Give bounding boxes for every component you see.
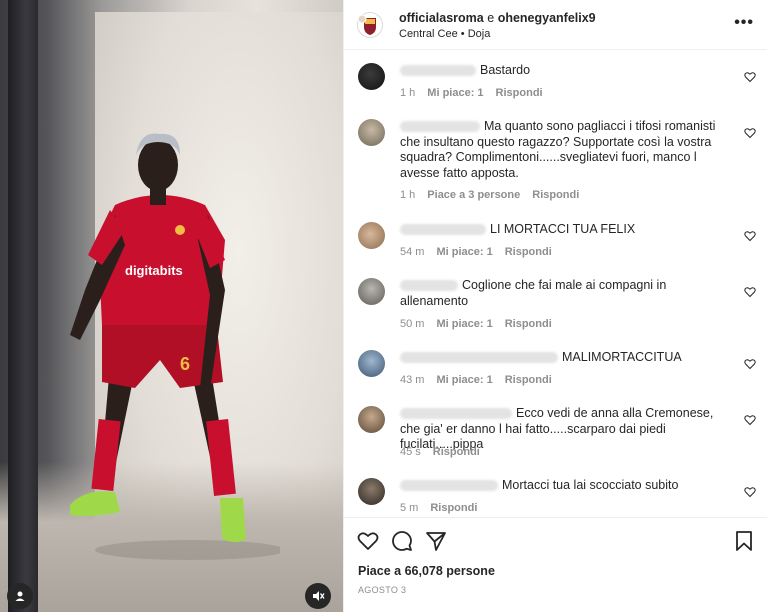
- comment-text: MALIMORTACCITUA: [562, 350, 682, 364]
- song-separator: •: [460, 28, 465, 40]
- comment-time[interactable]: 1 h: [400, 189, 415, 201]
- heart-icon[interactable]: [744, 230, 756, 242]
- comment-likes[interactable]: Piace a 3 persone: [427, 189, 520, 201]
- song-title: Doja: [467, 28, 491, 40]
- player-figure: 6 digitabits: [70, 133, 280, 560]
- commenter-avatar[interactable]: [358, 119, 385, 146]
- post-media[interactable]: 6 digitabits: [0, 0, 343, 612]
- commenter-avatar[interactable]: [358, 478, 385, 505]
- comment-time[interactable]: 1 h: [400, 87, 415, 99]
- paper-plane-icon[interactable]: [425, 530, 447, 552]
- comment-item: LI MORTACCI TUA FELIX 54 m Mi piace: 1 Ris…: [344, 210, 767, 266]
- comment-meta: 5 m Rispondi: [400, 502, 489, 514]
- post-authors: officialasroma e ohenegyanfelix9: [399, 11, 596, 25]
- reply-button[interactable]: Rispondi: [505, 374, 552, 386]
- comment-meta: 1 h Mi piace: 1 Rispondi: [400, 87, 555, 99]
- comments-list[interactable]: Bastardo 1 h Mi piace: 1 Rispondi Ma quant…: [344, 51, 767, 516]
- light-stand: [8, 0, 38, 612]
- comment-time[interactable]: 45 s: [400, 446, 421, 458]
- likes-count[interactable]: Piace a 66,078 persone: [358, 564, 495, 578]
- svg-text:digitabits: digitabits: [125, 263, 183, 278]
- heart-icon[interactable]: [744, 414, 756, 426]
- commenter-avatar[interactable]: [358, 278, 385, 305]
- comment-text: Bastardo: [480, 63, 531, 77]
- commenter-avatar[interactable]: [358, 63, 385, 90]
- user-icon: [15, 591, 25, 601]
- bookmark-icon[interactable]: [733, 530, 755, 552]
- comment-item: Ecco vedi de anna alla Cremonese, che gi…: [344, 394, 767, 466]
- comment-meta: 50 m Mi piace: 1 Rispondi: [400, 318, 564, 330]
- reply-button[interactable]: Rispondi: [505, 318, 552, 330]
- comment-meta: 54 m Mi piace: 1 Rispondi: [400, 246, 564, 258]
- comment-time[interactable]: 54 m: [400, 246, 424, 258]
- comment-body: Bastardo: [400, 63, 733, 79]
- heart-icon[interactable]: [744, 358, 756, 370]
- comment-item: MALIMORTACCITUA 43 m Mi piace: 1 Rispondi: [344, 338, 767, 394]
- comment-meta: 1 h Piace a 3 persone Rispondi: [400, 189, 591, 201]
- commenter-avatar[interactable]: [358, 222, 385, 249]
- post-header: officialasroma e ohenegyanfelix9 Central…: [344, 0, 767, 50]
- comment-body: Coglione che fai male ai compagni in all…: [400, 278, 733, 309]
- comment-time[interactable]: 5 m: [400, 502, 418, 514]
- post-date[interactable]: AGOSTO 3: [358, 585, 406, 595]
- comment-item: Coglione che fai male ai compagni in all…: [344, 266, 767, 338]
- blurred-username[interactable]: [400, 280, 458, 292]
- comment-text: LI MORTACCI TUA FELIX: [490, 222, 636, 236]
- heart-icon[interactable]: [744, 71, 756, 83]
- blurred-username[interactable]: [400, 121, 480, 133]
- comment-time[interactable]: 43 m: [400, 374, 424, 386]
- comment-item: Bastardo 1 h Mi piace: 1 Rispondi: [344, 51, 767, 107]
- comment-likes[interactable]: Mi piace: 1: [427, 87, 483, 99]
- svg-text:6: 6: [180, 354, 190, 374]
- heart-icon[interactable]: [744, 486, 756, 498]
- comment-meta: 43 m Mi piace: 1 Rispondi: [400, 374, 564, 386]
- comment-text: Mortacci tua lai scocciato subito: [502, 478, 679, 492]
- reply-button[interactable]: Rispondi: [532, 189, 579, 201]
- comment-body: LI MORTACCI TUA FELIX: [400, 222, 733, 238]
- blurred-username[interactable]: [400, 224, 486, 236]
- coauthor-username[interactable]: ohenegyanfelix9: [498, 11, 596, 25]
- comment-body: Mortacci tua lai scocciato subito: [400, 478, 733, 494]
- comment-likes[interactable]: Mi piace: 1: [436, 318, 492, 330]
- heart-icon[interactable]: [744, 286, 756, 298]
- blurred-username[interactable]: [400, 480, 498, 492]
- heart-icon[interactable]: [744, 127, 756, 139]
- tagged-users-button[interactable]: [7, 583, 33, 609]
- blurred-username[interactable]: [400, 65, 476, 77]
- reply-button[interactable]: Rispondi: [496, 87, 543, 99]
- comment-time[interactable]: 50 m: [400, 318, 424, 330]
- authors-joiner: e: [487, 11, 495, 25]
- commenter-avatar[interactable]: [358, 350, 385, 377]
- comment-icon[interactable]: [391, 530, 413, 552]
- reply-button[interactable]: Rispondi: [505, 246, 552, 258]
- post-side-panel: officialasroma e ohenegyanfelix9 Central…: [343, 0, 767, 612]
- author-username[interactable]: officialasroma: [399, 11, 484, 25]
- mute-button[interactable]: [305, 583, 331, 609]
- heart-icon[interactable]: [357, 530, 379, 552]
- audio-info[interactable]: Central Cee • Doja: [399, 28, 490, 40]
- comment-body: MALIMORTACCITUA: [400, 350, 733, 366]
- comment-body: Ma quanto sono pagliacci i tifosi romani…: [400, 119, 733, 181]
- comment-item: Ma quanto sono pagliacci i tifosi romani…: [344, 107, 767, 210]
- song-artist: Central Cee: [399, 28, 458, 40]
- blurred-username[interactable]: [400, 408, 512, 420]
- comment-meta: 45 s Rispondi: [400, 446, 492, 458]
- post-actions-bar: [344, 517, 767, 561]
- comment-likes[interactable]: Mi piace: 1: [436, 374, 492, 386]
- more-options-icon[interactable]: •••: [734, 14, 754, 32]
- comment-likes[interactable]: Mi piace: 1: [436, 246, 492, 258]
- blurred-username[interactable]: [400, 352, 558, 364]
- reply-button[interactable]: Rispondi: [433, 446, 480, 458]
- asroma-avatar[interactable]: [357, 12, 383, 38]
- speaker-muted-icon: [313, 591, 325, 601]
- reply-button[interactable]: Rispondi: [430, 502, 477, 514]
- commenter-avatar[interactable]: [358, 406, 385, 433]
- comment-item: Mortacci tua lai scocciato subito 5 m Ris…: [344, 466, 767, 516]
